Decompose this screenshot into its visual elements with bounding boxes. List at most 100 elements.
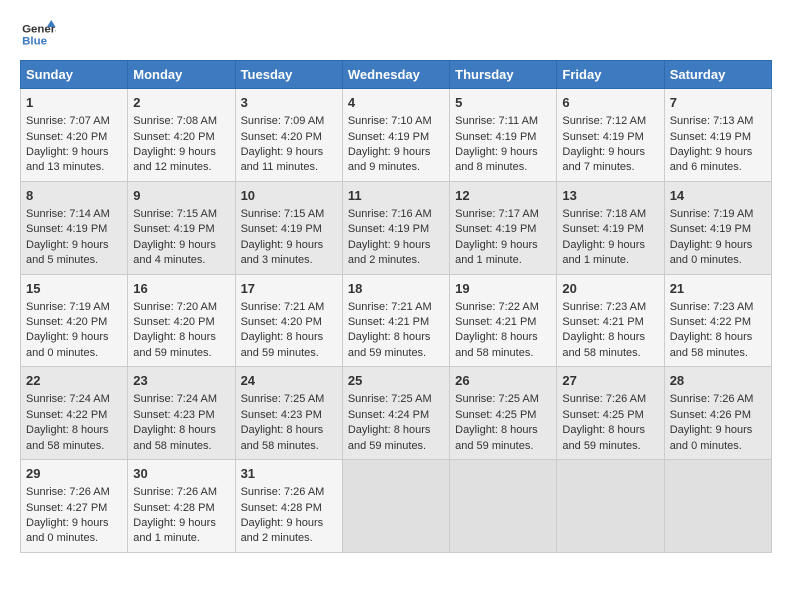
day-number: 31 bbox=[241, 465, 337, 483]
calendar-table: SundayMondayTuesdayWednesdayThursdayFrid… bbox=[20, 60, 772, 553]
calendar-cell: 29Sunrise: 7:26 AMSunset: 4:27 PMDayligh… bbox=[21, 460, 128, 553]
day-info-line: Sunset: 4:19 PM bbox=[670, 130, 766, 145]
day-info-line: Sunset: 4:28 PM bbox=[241, 501, 337, 516]
day-info-line: and 2 minutes. bbox=[241, 531, 337, 546]
day-info-line: Sunrise: 7:18 AM bbox=[562, 207, 658, 222]
day-number: 28 bbox=[670, 372, 766, 390]
day-info-line: Sunset: 4:19 PM bbox=[133, 222, 229, 237]
day-info-line: Sunrise: 7:07 AM bbox=[26, 114, 122, 129]
day-number: 15 bbox=[26, 280, 122, 298]
day-info-line: Daylight: 8 hours bbox=[26, 423, 122, 438]
calendar-cell: 7Sunrise: 7:13 AMSunset: 4:19 PMDaylight… bbox=[664, 89, 771, 182]
day-info-line: Daylight: 8 hours bbox=[241, 330, 337, 345]
day-number: 27 bbox=[562, 372, 658, 390]
day-info-line: Sunset: 4:19 PM bbox=[26, 222, 122, 237]
day-info-line: Sunset: 4:20 PM bbox=[26, 315, 122, 330]
day-info-line: Sunrise: 7:23 AM bbox=[670, 300, 766, 315]
day-info-line: Daylight: 9 hours bbox=[26, 330, 122, 345]
day-info-line: Sunrise: 7:26 AM bbox=[26, 485, 122, 500]
day-info-line: Daylight: 8 hours bbox=[562, 330, 658, 345]
day-info-line: Daylight: 8 hours bbox=[455, 330, 551, 345]
day-info-line: and 4 minutes. bbox=[133, 253, 229, 268]
day-info-line: Sunset: 4:19 PM bbox=[455, 130, 551, 145]
day-info-line: Sunrise: 7:08 AM bbox=[133, 114, 229, 129]
day-info-line: Sunrise: 7:11 AM bbox=[455, 114, 551, 129]
week-row-2: 8Sunrise: 7:14 AMSunset: 4:19 PMDaylight… bbox=[21, 181, 772, 274]
calendar-cell: 30Sunrise: 7:26 AMSunset: 4:28 PMDayligh… bbox=[128, 460, 235, 553]
day-number: 30 bbox=[133, 465, 229, 483]
day-info-line: Sunset: 4:26 PM bbox=[670, 408, 766, 423]
day-info-line: Sunset: 4:23 PM bbox=[133, 408, 229, 423]
day-info-line: Sunrise: 7:24 AM bbox=[26, 392, 122, 407]
day-info-line: Sunrise: 7:26 AM bbox=[670, 392, 766, 407]
day-info-line: Sunset: 4:22 PM bbox=[26, 408, 122, 423]
calendar-cell: 22 Sunrise: 7:24 AMSunset: 4:22 PMDayligh… bbox=[21, 367, 128, 460]
day-info-line: Daylight: 9 hours bbox=[133, 516, 229, 531]
day-number: 4 bbox=[348, 94, 444, 112]
day-info-line: and 7 minutes. bbox=[562, 160, 658, 175]
day-info-line: and 3 minutes. bbox=[241, 253, 337, 268]
calendar-cell: 9Sunrise: 7:15 AMSunset: 4:19 PMDaylight… bbox=[128, 181, 235, 274]
day-info-line: Sunset: 4:22 PM bbox=[670, 315, 766, 330]
day-info-line: Daylight: 9 hours bbox=[455, 145, 551, 160]
day-info-line: Daylight: 9 hours bbox=[133, 238, 229, 253]
day-info-line: Daylight: 9 hours bbox=[348, 238, 444, 253]
day-info-line: Sunset: 4:21 PM bbox=[455, 315, 551, 330]
day-info-line: Daylight: 8 hours bbox=[348, 330, 444, 345]
calendar-cell: 19Sunrise: 7:22 AMSunset: 4:21 PMDayligh… bbox=[450, 274, 557, 367]
calendar-cell: 1Sunrise: 7:07 AMSunset: 4:20 PMDaylight… bbox=[21, 89, 128, 182]
day-info-line: Sunrise: 7:09 AM bbox=[241, 114, 337, 129]
calendar-cell: 25Sunrise: 7:25 AMSunset: 4:24 PMDayligh… bbox=[342, 367, 449, 460]
day-info-line: Sunset: 4:25 PM bbox=[455, 408, 551, 423]
day-number: 13 bbox=[562, 187, 658, 205]
day-info-line: Daylight: 9 hours bbox=[241, 145, 337, 160]
day-number: 10 bbox=[241, 187, 337, 205]
day-info-line: Daylight: 9 hours bbox=[670, 423, 766, 438]
day-info-line: and 0 minutes. bbox=[670, 439, 766, 454]
logo-icon: General Blue bbox=[20, 20, 56, 50]
day-number: 14 bbox=[670, 187, 766, 205]
calendar-cell: 18Sunrise: 7:21 AMSunset: 4:21 PMDayligh… bbox=[342, 274, 449, 367]
day-number: 3 bbox=[241, 94, 337, 112]
day-info-line: and 6 minutes. bbox=[670, 160, 766, 175]
day-number: 9 bbox=[133, 187, 229, 205]
svg-text:Blue: Blue bbox=[22, 36, 47, 48]
day-info-line: Daylight: 9 hours bbox=[455, 238, 551, 253]
calendar-cell: 26Sunrise: 7:25 AMSunset: 4:25 PMDayligh… bbox=[450, 367, 557, 460]
calendar-cell: 4Sunrise: 7:10 AMSunset: 4:19 PMDaylight… bbox=[342, 89, 449, 182]
calendar-cell: 10Sunrise: 7:15 AMSunset: 4:19 PMDayligh… bbox=[235, 181, 342, 274]
day-info-line: Sunset: 4:19 PM bbox=[562, 222, 658, 237]
day-number: 6 bbox=[562, 94, 658, 112]
day-info-line: and 59 minutes. bbox=[133, 346, 229, 361]
day-number: 16 bbox=[133, 280, 229, 298]
calendar-cell: 13Sunrise: 7:18 AMSunset: 4:19 PMDayligh… bbox=[557, 181, 664, 274]
day-info-line: Sunrise: 7:17 AM bbox=[455, 207, 551, 222]
day-header-friday: Friday bbox=[557, 61, 664, 89]
day-info-line: Daylight: 8 hours bbox=[241, 423, 337, 438]
day-info-line: Sunrise: 7:19 AM bbox=[26, 300, 122, 315]
day-info-line: Sunset: 4:20 PM bbox=[133, 130, 229, 145]
day-info-line: and 2 minutes. bbox=[348, 253, 444, 268]
day-info-line: Daylight: 8 hours bbox=[562, 423, 658, 438]
day-number: 24 bbox=[241, 372, 337, 390]
header: General Blue bbox=[20, 20, 772, 50]
day-header-wednesday: Wednesday bbox=[342, 61, 449, 89]
day-info-line: Sunrise: 7:26 AM bbox=[562, 392, 658, 407]
day-info-line: Daylight: 9 hours bbox=[26, 238, 122, 253]
day-info-line: and 8 minutes. bbox=[455, 160, 551, 175]
day-info-line: Sunrise: 7:21 AM bbox=[348, 300, 444, 315]
calendar-cell: 11Sunrise: 7:16 AMSunset: 4:19 PMDayligh… bbox=[342, 181, 449, 274]
day-info-line: Sunset: 4:19 PM bbox=[455, 222, 551, 237]
day-info-line: Sunset: 4:28 PM bbox=[133, 501, 229, 516]
day-info-line: Sunrise: 7:10 AM bbox=[348, 114, 444, 129]
day-info-line: Sunrise: 7:25 AM bbox=[348, 392, 444, 407]
calendar-cell bbox=[664, 460, 771, 553]
day-header-saturday: Saturday bbox=[664, 61, 771, 89]
day-number: 22 bbox=[26, 372, 122, 390]
day-info-line: Sunset: 4:20 PM bbox=[133, 315, 229, 330]
day-info-line: Daylight: 9 hours bbox=[670, 238, 766, 253]
day-number: 26 bbox=[455, 372, 551, 390]
day-number: 17 bbox=[241, 280, 337, 298]
day-info-line: Daylight: 8 hours bbox=[455, 423, 551, 438]
day-info-line: Daylight: 8 hours bbox=[348, 423, 444, 438]
